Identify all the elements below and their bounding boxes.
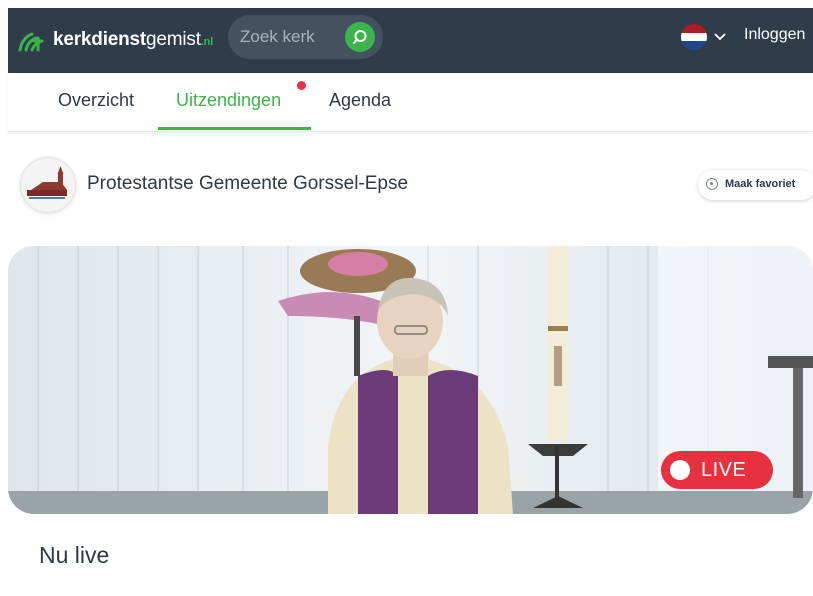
chevron-down-icon [714,33,726,41]
search-box[interactable]: Zoek kerk [228,15,383,59]
favorite-icon [706,178,718,190]
site-logo[interactable]: kerkdienstgemist.nl [18,28,213,52]
live-indicator-icon [670,460,690,480]
church-logo-icon [27,166,67,199]
church-name[interactable]: Protestantse Gemeente Gorssel-Epse [87,173,408,195]
language-selector[interactable] [681,24,727,50]
tab-bar: Overzicht Uitzendingen Agenda [8,73,813,132]
logo-signal-icon [18,32,44,52]
favorite-label: Maak favoriet [725,178,796,190]
live-label: LIVE [701,459,747,481]
search-button[interactable] [345,22,375,52]
logo-text: kerkdienstgemist.nl [53,29,214,50]
tab-agenda[interactable]: Agenda [329,90,391,111]
top-navbar: kerkdienstgemist.nl Zoek kerk Inloggen [8,8,813,73]
notification-dot [297,81,306,90]
login-link[interactable]: Inloggen [744,26,805,44]
active-tab-indicator [158,127,311,130]
nl-flag-icon [681,24,707,50]
search-icon [353,30,367,44]
tab-overzicht[interactable]: Overzicht [58,90,134,111]
section-title: Nu live [39,542,110,568]
church-header: Protestantse Gemeente Gorssel-Epse Maak … [8,145,813,225]
live-badge: LIVE [661,451,773,489]
favorite-button[interactable]: Maak favoriet [698,170,813,200]
search-input[interactable]: Zoek kerk [240,27,315,47]
tab-uitzendingen[interactable]: Uitzendingen [176,90,281,111]
church-avatar[interactable] [20,157,76,213]
live-video-player[interactable]: LIVE [8,246,813,514]
